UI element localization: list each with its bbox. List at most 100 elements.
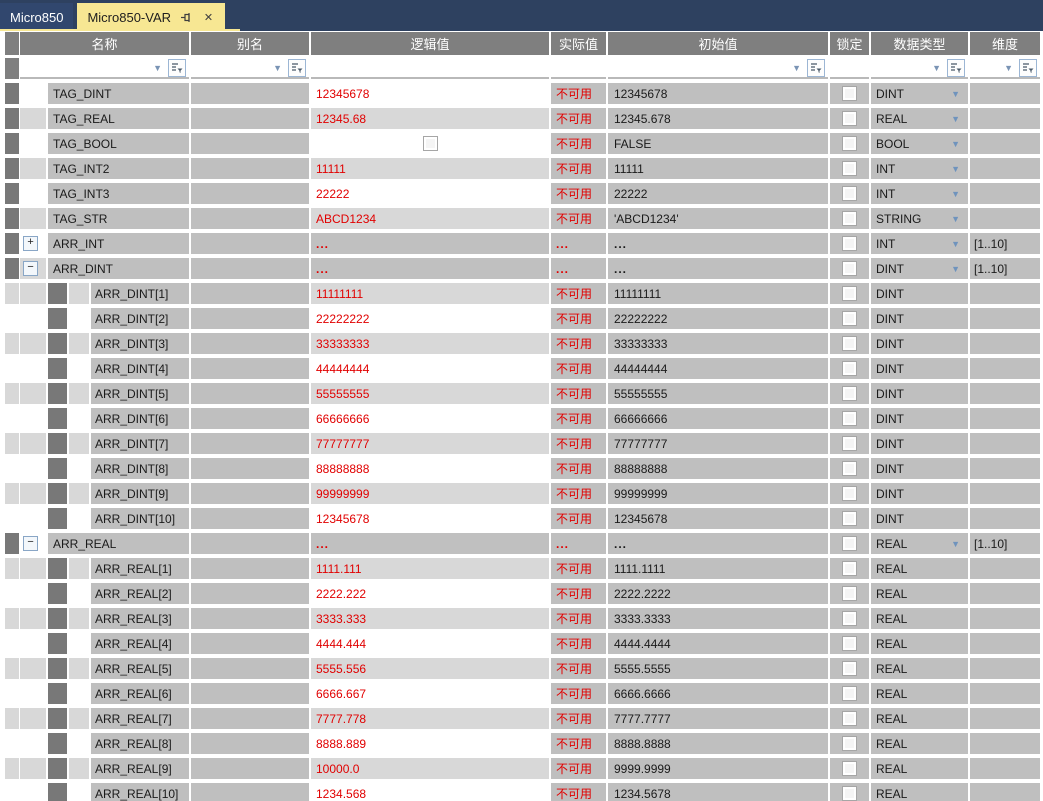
name-cell[interactable]: ARR_INT	[48, 233, 189, 254]
datatype-dropdown-caret-icon[interactable]: ▼	[951, 139, 960, 149]
dimension-cell[interactable]	[970, 483, 1040, 504]
lock-checkbox[interactable]	[842, 511, 857, 526]
row-header-cell[interactable]	[5, 133, 19, 154]
initial-value-cell[interactable]: ...	[608, 258, 828, 279]
name-cell[interactable]: TAG_INT2	[48, 158, 189, 179]
filter-dropdown-caret-icon[interactable]: ▼	[1004, 63, 1013, 73]
datatype-cell[interactable]: BOOL▼	[871, 133, 968, 154]
datatype-cell[interactable]: REAL	[871, 783, 968, 801]
alias-cell[interactable]	[191, 108, 309, 129]
child-row-header-cell[interactable]	[48, 408, 67, 429]
alias-cell[interactable]	[191, 333, 309, 354]
name-cell[interactable]: ARR_DINT[2]	[91, 308, 189, 329]
filter-funnel-icon[interactable]	[947, 59, 965, 77]
dimension-cell[interactable]	[970, 733, 1040, 754]
lock-checkbox[interactable]	[842, 286, 857, 301]
datatype-cell[interactable]: REAL	[871, 733, 968, 754]
row-header-cell[interactable]	[5, 683, 19, 704]
alias-cell[interactable]	[191, 133, 309, 154]
filter-funnel-icon[interactable]	[168, 59, 186, 77]
datatype-cell[interactable]: REAL	[871, 658, 968, 679]
logical-value-cell[interactable]: 1234.568	[311, 783, 549, 801]
initial-value-cell[interactable]: 3333.3333	[608, 608, 828, 629]
logical-value-cell[interactable]: 22222222	[311, 308, 549, 329]
child-row-header-cell[interactable]	[48, 633, 67, 654]
alias-cell[interactable]	[191, 233, 309, 254]
lock-checkbox[interactable]	[842, 86, 857, 101]
row-header-cell[interactable]	[5, 608, 19, 629]
lock-checkbox[interactable]	[842, 436, 857, 451]
name-cell[interactable]: ARR_DINT[10]	[91, 508, 189, 529]
logical-value-cell[interactable]: 33333333	[311, 333, 549, 354]
dimension-cell[interactable]	[970, 758, 1040, 779]
alias-cell[interactable]	[191, 158, 309, 179]
logical-value-cell[interactable]: 11111111	[311, 283, 549, 304]
filter-cell-datatype[interactable]: ▼	[871, 58, 968, 79]
dimension-cell[interactable]	[970, 358, 1040, 379]
alias-cell[interactable]	[191, 683, 309, 704]
child-row-header-cell[interactable]	[48, 683, 67, 704]
column-header-initial[interactable]: 初始值	[608, 32, 828, 55]
name-cell[interactable]: ARR_DINT[6]	[91, 408, 189, 429]
filter-dropdown-caret-icon[interactable]: ▼	[273, 63, 282, 73]
datatype-cell[interactable]: DINT	[871, 333, 968, 354]
datatype-cell[interactable]: REAL	[871, 558, 968, 579]
expand-cell[interactable]: +	[20, 233, 46, 254]
datatype-cell[interactable]: REAL	[871, 633, 968, 654]
alias-cell[interactable]	[191, 783, 309, 801]
logical-value-checkbox[interactable]	[423, 136, 438, 151]
row-header-cell[interactable]	[5, 733, 19, 754]
name-cell[interactable]: ARR_REAL	[48, 533, 189, 554]
initial-value-cell[interactable]: 12345678	[608, 508, 828, 529]
initial-value-cell[interactable]: 22222	[608, 183, 828, 204]
child-row-header-cell[interactable]	[48, 458, 67, 479]
datatype-dropdown-caret-icon[interactable]: ▼	[951, 214, 960, 224]
name-cell[interactable]: ARR_REAL[10]	[91, 783, 189, 801]
alias-cell[interactable]	[191, 583, 309, 604]
datatype-cell[interactable]: DINT	[871, 508, 968, 529]
alias-cell[interactable]	[191, 208, 309, 229]
datatype-dropdown-caret-icon[interactable]: ▼	[951, 114, 960, 124]
dimension-cell[interactable]	[970, 708, 1040, 729]
logical-value-cell[interactable]: 7777.778	[311, 708, 549, 729]
datatype-cell[interactable]: DINT	[871, 483, 968, 504]
close-icon[interactable]: ✕	[202, 11, 215, 24]
alias-cell[interactable]	[191, 383, 309, 404]
initial-value-cell[interactable]: 11111	[608, 158, 828, 179]
initial-value-cell[interactable]: 7777.7777	[608, 708, 828, 729]
child-row-header-cell[interactable]	[48, 483, 67, 504]
row-header-cell[interactable]	[5, 633, 19, 654]
row-header-cell[interactable]	[5, 783, 19, 801]
logical-value-cell[interactable]: 12345678	[311, 508, 549, 529]
name-cell[interactable]: ARR_REAL[3]	[91, 608, 189, 629]
lock-checkbox[interactable]	[842, 361, 857, 376]
alias-cell[interactable]	[191, 708, 309, 729]
child-row-header-cell[interactable]	[48, 433, 67, 454]
child-row-header-cell[interactable]	[48, 783, 67, 801]
name-cell[interactable]: TAG_STR	[48, 208, 189, 229]
dimension-cell[interactable]	[970, 283, 1040, 304]
expand-cell[interactable]: −	[20, 258, 46, 279]
row-header-cell[interactable]	[5, 158, 19, 179]
name-cell[interactable]: ARR_REAL[1]	[91, 558, 189, 579]
initial-value-cell[interactable]: 9999.9999	[608, 758, 828, 779]
row-header-cell[interactable]	[5, 408, 19, 429]
corner-header-cell[interactable]	[5, 32, 19, 55]
dimension-cell[interactable]	[970, 408, 1040, 429]
child-row-header-cell[interactable]	[48, 733, 67, 754]
child-row-header-cell[interactable]	[48, 708, 67, 729]
logical-value-cell[interactable]: 2222.222	[311, 583, 549, 604]
row-header-cell[interactable]	[5, 83, 19, 104]
dimension-cell[interactable]	[970, 133, 1040, 154]
alias-cell[interactable]	[191, 558, 309, 579]
lock-checkbox[interactable]	[842, 536, 857, 551]
initial-value-cell[interactable]: 8888.8888	[608, 733, 828, 754]
name-cell[interactable]: ARR_DINT[7]	[91, 433, 189, 454]
datatype-cell[interactable]: REAL	[871, 758, 968, 779]
expand-button[interactable]: +	[23, 236, 38, 251]
alias-cell[interactable]	[191, 608, 309, 629]
alias-cell[interactable]	[191, 258, 309, 279]
datatype-cell[interactable]: REAL▼	[871, 108, 968, 129]
alias-cell[interactable]	[191, 408, 309, 429]
alias-cell[interactable]	[191, 458, 309, 479]
